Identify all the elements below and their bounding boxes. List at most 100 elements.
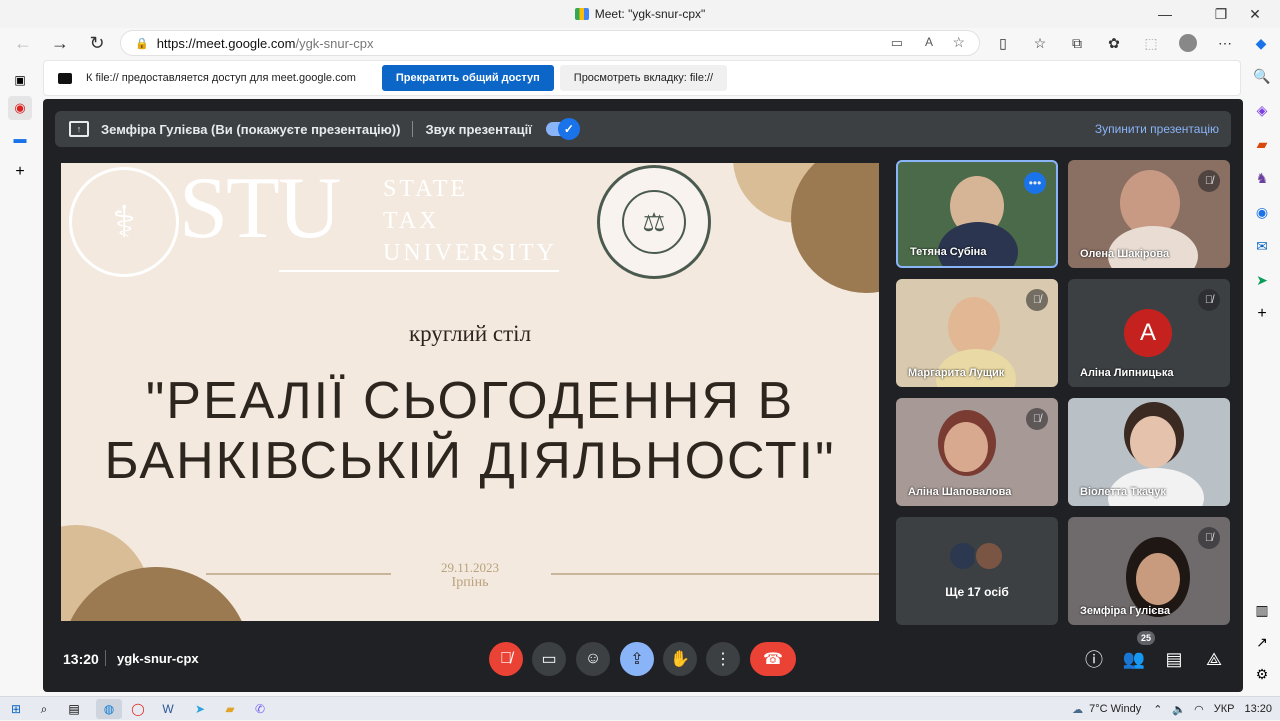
refresh-icon[interactable]: ↻	[82, 28, 112, 58]
drop-icon[interactable]: ➤	[1252, 270, 1272, 290]
end-call-button[interactable]: ☎	[750, 642, 796, 676]
edge-right-sidebar: 🔍 ◈ ▰ ♞ ◉ ✉ ➤ + ▥ ↗ ⚙	[1244, 58, 1280, 696]
start-icon[interactable]: ⊞	[6, 699, 26, 719]
camera-toggle-icon[interactable]: ▭	[532, 642, 566, 676]
chat-icon[interactable]: ▤	[1159, 644, 1189, 674]
raise-hand-icon[interactable]: ✋	[663, 642, 697, 676]
minimize-button[interactable]: —	[1142, 0, 1188, 28]
video-feed	[1130, 416, 1176, 468]
window-title-bar: Meet: "ygk-snur-cpx"	[0, 0, 1280, 28]
participant-name: Аліна Шаповалова	[908, 486, 1012, 498]
url-host: https://meet.google.com	[156, 35, 296, 51]
file-explorer-icon[interactable]: ▰	[220, 699, 240, 719]
favorite-star-icon[interactable]: ☆	[952, 34, 965, 51]
meeting-time: 13:20	[63, 651, 99, 667]
telegram-taskbar-icon[interactable]: ➤	[190, 699, 210, 719]
people-icon[interactable]: 👥	[1119, 644, 1149, 674]
video-feed	[1108, 226, 1198, 268]
reactions-icon[interactable]: ☺	[576, 642, 610, 676]
participant-tile[interactable]: 🎙̸ Аліна Шаповалова	[896, 398, 1058, 506]
view-tab-button[interactable]: Просмотреть вкладку: file://	[559, 65, 728, 91]
participant-name: Земфіра Гулієва	[1080, 605, 1171, 617]
more-menu-icon[interactable]: ⋯	[1212, 28, 1238, 58]
microsoft365-icon[interactable]: ◉	[1252, 202, 1272, 222]
volume-icon[interactable]: 🔈	[1172, 703, 1186, 716]
present-screen-icon: ↑	[69, 121, 89, 137]
participant-tile[interactable]: А 🎙̸ Аліна Липницька	[1068, 279, 1230, 387]
more-options-icon[interactable]: ⋮	[706, 642, 740, 676]
logo-stu: STU	[179, 163, 341, 257]
logo-underline	[279, 270, 559, 272]
system-tray: ☁ 7°C Windy ⌃ 🔈 ◠ УКР 13:20	[1072, 697, 1280, 721]
slide-date: 29.11.2023	[440, 560, 500, 575]
presentation-sound-toggle[interactable]: ✓	[545, 118, 580, 140]
meet-tab-icon[interactable]: ▬	[10, 128, 30, 148]
games-icon[interactable]: ♞	[1252, 168, 1272, 188]
task-view-icon[interactable]: ▤	[64, 699, 84, 719]
read-aloud-icon[interactable]: A	[925, 35, 933, 49]
back-icon[interactable]: ←	[8, 28, 38, 58]
mic-off-icon: 🎙̸	[1198, 170, 1220, 192]
participant-tile[interactable]: 🎙̸ Маргарита Лущик	[896, 279, 1058, 387]
video-feed	[948, 297, 1000, 357]
forward-icon[interactable]: →	[45, 28, 75, 58]
outlook-icon[interactable]: ✉	[1252, 236, 1272, 256]
search-icon[interactable]: 🔍	[1252, 66, 1272, 86]
logo-state-tax-university: STATE TAX UNIVERSITY	[383, 173, 557, 269]
check-icon: ✓	[557, 118, 580, 140]
input-language[interactable]: УКР	[1214, 703, 1235, 715]
taskbar-clock[interactable]: 13:20	[1244, 703, 1272, 715]
viber-taskbar-icon[interactable]: ✆	[250, 699, 270, 719]
participant-tile[interactable]: Віолетта Ткачук	[1068, 398, 1230, 506]
meeting-details-icon[interactable]: ⓘ	[1079, 644, 1109, 674]
stop-presentation-button[interactable]: Зупинити презентацію	[1095, 122, 1219, 136]
slide-title-line1: "РЕАЛІЇ СЬОГОДЕННЯ В	[145, 372, 795, 430]
tools-icon[interactable]: ▰	[1252, 134, 1272, 154]
participant-tile[interactable]: 🎙̸ Олена Шакірова	[1068, 160, 1230, 268]
participant-name: Олена Шакірова	[1080, 248, 1170, 260]
opera-taskbar-icon[interactable]: ◯	[128, 699, 148, 719]
shopping-icon[interactable]: ◈	[1252, 100, 1272, 120]
close-window-button[interactable]: ✕	[1232, 0, 1278, 28]
profile-avatar[interactable]	[1175, 28, 1201, 58]
extensions-icon[interactable]: ✿	[1101, 28, 1127, 58]
stop-sharing-button[interactable]: Прекратить общий доступ	[381, 65, 554, 91]
more-participants-tile[interactable]: Ще 17 осіб	[896, 517, 1058, 625]
divider	[105, 650, 106, 666]
mic-off-icon: 🎙̸	[1026, 408, 1048, 430]
sidebar-settings-icon[interactable]: ⚙	[1252, 664, 1272, 684]
sidebar-layout-icon[interactable]: ▥	[1252, 600, 1272, 620]
activities-icon[interactable]: ⟁	[1199, 644, 1229, 674]
camera-in-use-icon[interactable]: ▭	[891, 35, 903, 51]
present-screen-button[interactable]: ⇪	[620, 642, 654, 676]
add-sidebar-app-icon[interactable]: +	[1252, 304, 1272, 324]
slide-city: Ірпінь	[451, 575, 489, 590]
favorites-icon[interactable]: ☆	[1027, 28, 1053, 58]
recording-tab-icon[interactable]: ◉	[8, 96, 32, 120]
participant-tile[interactable]: 🎙̸ Земфіра Гулієва	[1068, 517, 1230, 625]
search-taskbar-icon[interactable]: ⌕	[34, 699, 54, 719]
url-path: /ygk-snur-cpx	[295, 35, 374, 51]
edge-taskbar-icon[interactable]: ◍	[96, 699, 122, 719]
participant-tile[interactable]: ••• Тетяна Субіна	[896, 160, 1058, 268]
browser-essentials-icon[interactable]: ⬚	[1138, 28, 1164, 58]
wifi-icon[interactable]: ◠	[1194, 703, 1204, 716]
copilot-icon[interactable]: ◆	[1248, 28, 1274, 58]
meeting-code: ygk-snur-cpx	[117, 651, 199, 666]
collections-icon[interactable]: ⧉	[1064, 28, 1090, 58]
slide-title-line2: БАНКІВСЬКІЙ ДІЯЛЬНОСТІ"	[104, 432, 836, 490]
microphone-toggle-icon[interactable]: 🎙̸	[489, 642, 523, 676]
tab-sharing-banner: К file:// предоставляется доступ для mee…	[43, 60, 1241, 96]
participant-avatar	[974, 541, 1004, 571]
new-tab-icon[interactable]: +	[10, 162, 30, 182]
split-screen-icon[interactable]: ▯	[990, 28, 1016, 58]
word-taskbar-icon[interactable]: W	[158, 699, 178, 719]
more-participants-label: Ще 17 осіб	[945, 585, 1009, 599]
sharing-message: К file:// предоставляется доступ для mee…	[86, 72, 356, 84]
presentation-slide: ⚕ STU STATE TAX UNIVERSITY ⚖ круглий сті…	[61, 163, 879, 621]
address-bar[interactable]: 🔒 https://meet.google.com/ygk-snur-cpx ▭…	[120, 30, 980, 56]
tab-actions-icon[interactable]: ▣	[10, 70, 30, 90]
show-hidden-icons-icon[interactable]: ⌃	[1153, 703, 1162, 716]
open-external-icon[interactable]: ↗	[1252, 632, 1272, 652]
speaking-indicator-icon: •••	[1024, 172, 1046, 194]
